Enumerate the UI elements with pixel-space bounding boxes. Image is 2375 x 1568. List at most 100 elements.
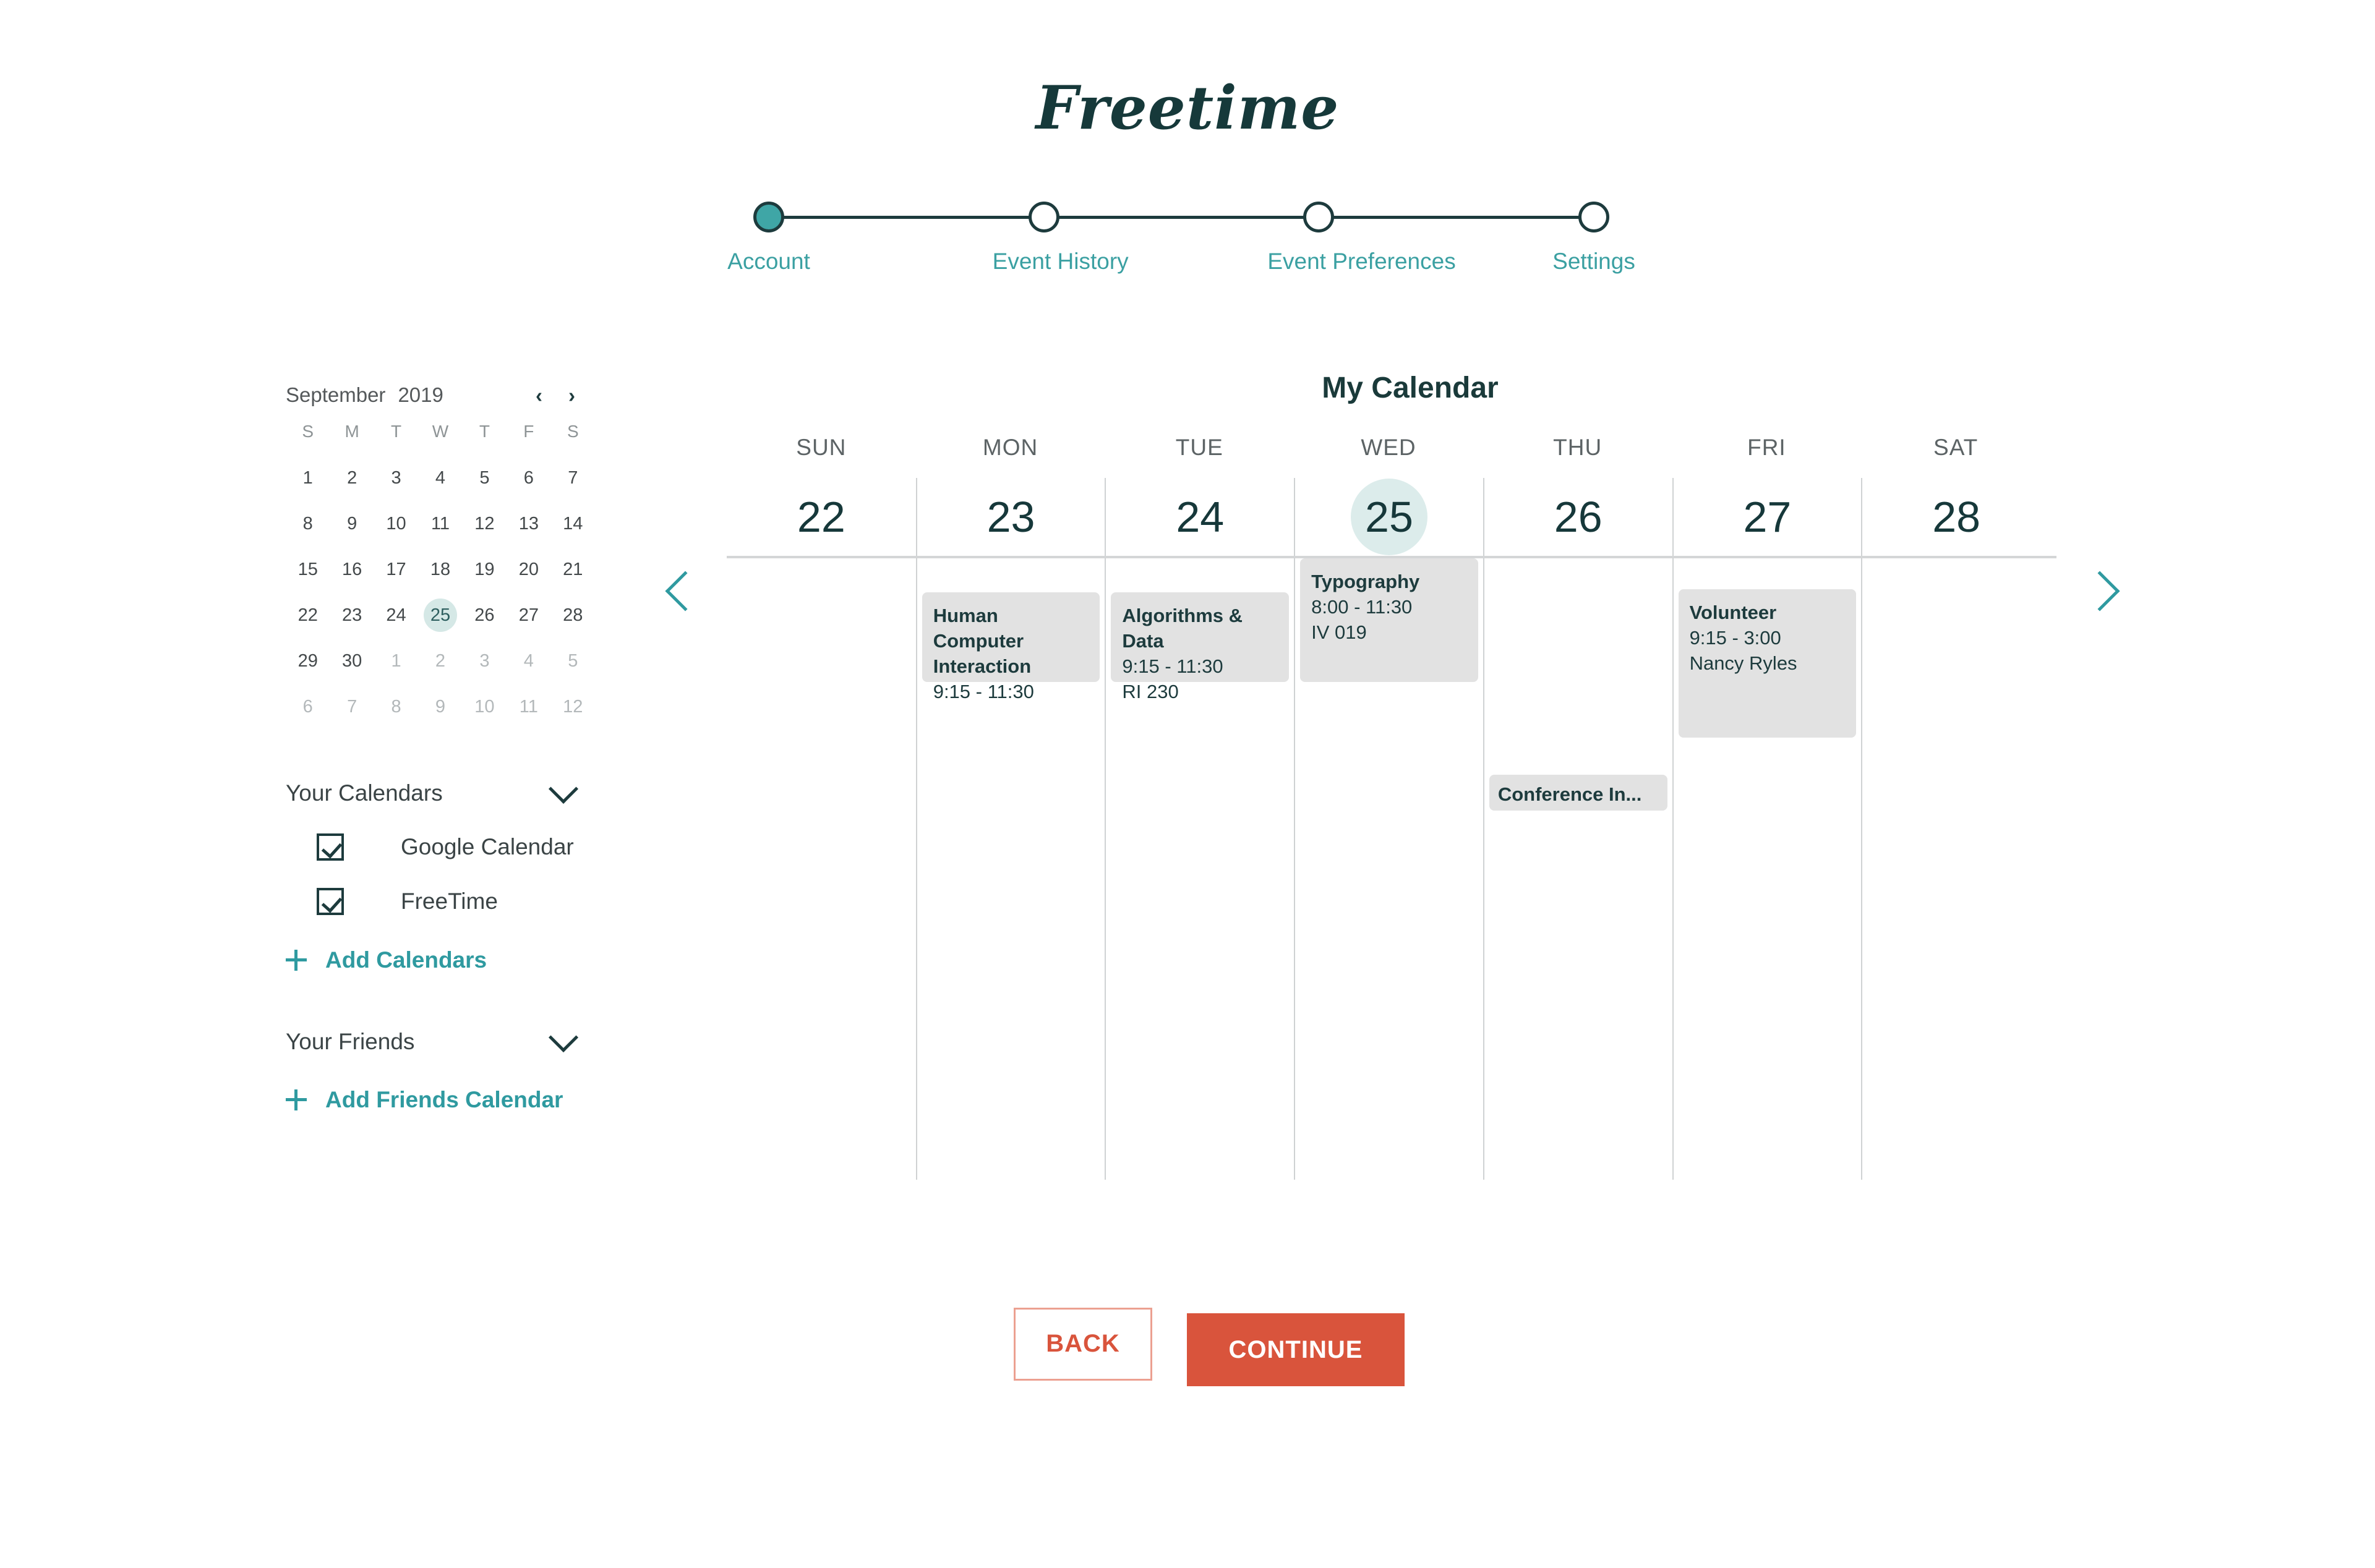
next-week-arrow[interactable]: [2079, 571, 2120, 633]
mini-calendar-day-label: 20: [518, 560, 539, 579]
checkbox-checked-icon[interactable]: [317, 888, 344, 915]
mini-calendar-day[interactable]: 5: [551, 643, 595, 679]
day-column[interactable]: Typography 8:00 - 11:30 IV 019: [1294, 558, 1483, 1180]
mini-calendar-day[interactable]: 1: [374, 643, 418, 679]
mini-calendar-day[interactable]: 5: [463, 460, 507, 496]
mini-calendar-day[interactable]: 8: [286, 506, 330, 542]
mini-calendar-grid[interactable]: S M T W T F S 1 2 3 4 5 6 7 8 9 10 11 12 13 14 15 16 17 18 19 20 21…: [286, 422, 595, 725]
mini-calendar-day-label: 13: [518, 514, 539, 534]
day-number: 27: [1743, 493, 1792, 541]
mini-calendar-day[interactable]: 28: [551, 597, 595, 633]
mini-calendar-day[interactable]: 3: [374, 460, 418, 496]
stepper-step-settings[interactable]: Settings: [1543, 198, 1645, 275]
day-column[interactable]: Conference In...: [1483, 558, 1672, 1180]
mini-calendar-day[interactable]: 21: [551, 552, 595, 587]
checkbox-checked-icon[interactable]: [317, 833, 344, 861]
mini-calendar-day[interactable]: 11: [507, 689, 550, 725]
mini-calendar-day[interactable]: 30: [330, 643, 374, 679]
mini-calendar-day[interactable]: 9: [418, 689, 462, 725]
mini-calendar-day[interactable]: 18: [418, 552, 462, 587]
day-of-week-label: FRI: [1747, 435, 1786, 460]
mini-calendar-day[interactable]: 4: [418, 460, 462, 496]
chevron-left-icon[interactable]: ‹: [536, 385, 542, 406]
mini-calendar-day[interactable]: 7: [551, 460, 595, 496]
chevron-down-icon[interactable]: [548, 1022, 579, 1053]
mini-calendar-day[interactable]: 6: [507, 460, 550, 496]
mini-calendar-day[interactable]: 6: [286, 689, 330, 725]
mini-calendar-day[interactable]: 7: [330, 689, 374, 725]
mini-calendar-day[interactable]: 26: [463, 597, 507, 633]
chevron-right-icon[interactable]: ›: [568, 385, 575, 406]
mini-calendar-day-label: 18: [430, 560, 451, 579]
mini-calendar-day[interactable]: 22: [286, 597, 330, 633]
your-friends-section-header[interactable]: Your Friends: [286, 1022, 595, 1055]
mini-calendar-day-label: 3: [479, 651, 490, 671]
chevron-down-icon[interactable]: [548, 773, 579, 804]
day-column-header[interactable]: THU 26: [1483, 435, 1672, 556]
mini-calendar-day[interactable]: 19: [463, 552, 507, 587]
mini-calendar-day-label: 27: [518, 605, 539, 625]
day-column-header[interactable]: SUN 22: [727, 435, 916, 556]
day-number-box: 22: [727, 478, 916, 556]
mini-calendar-day[interactable]: 9: [330, 506, 374, 542]
stepper-step-label: Account: [727, 249, 810, 274]
continue-button[interactable]: CONTINUE: [1187, 1313, 1405, 1386]
mini-calendar-day[interactable]: 24: [374, 597, 418, 633]
mini-calendar-day[interactable]: 12: [551, 689, 595, 725]
mini-calendar-day[interactable]: 29: [286, 643, 330, 679]
mini-calendar-day[interactable]: 12: [463, 506, 507, 542]
footer-actions: BACK CONTINUE: [0, 1308, 2375, 1386]
stepper-step-account[interactable]: Account: [717, 198, 820, 275]
day-column-header[interactable]: MON 23: [915, 435, 1105, 556]
mini-calendar-day-label: 5: [479, 468, 490, 488]
mini-calendar-day[interactable]: 11: [418, 506, 462, 542]
mini-calendar-day[interactable]: 1: [286, 460, 330, 496]
day-column[interactable]: [1861, 558, 2050, 1180]
day-column[interactable]: Human Computer Interaction 9:15 - 11:30: [915, 558, 1105, 1180]
mini-calendar-day[interactable]: 10: [374, 506, 418, 542]
mini-calendar-day[interactable]: 17: [374, 552, 418, 587]
calendar-event[interactable]: Volunteer 9:15 - 3:00 Nancy Ryles: [1678, 589, 1857, 738]
mini-calendar-day-label: 6: [302, 697, 313, 717]
calendar-event[interactable]: Typography 8:00 - 11:30 IV 019: [1300, 558, 1478, 682]
add-friends-calendar-button[interactable]: Add Friends Calendar: [286, 1087, 595, 1113]
calendar-item-label: Google Calendar: [401, 834, 574, 859]
day-column[interactable]: [727, 558, 916, 1180]
stepper-step-event-preferences[interactable]: Event Preferences: [1267, 198, 1456, 275]
mini-calendar-day[interactable]: 16: [330, 552, 374, 587]
prev-week-arrow[interactable]: [665, 571, 706, 633]
day-column-header[interactable]: TUE 24: [1105, 435, 1294, 556]
mini-calendar-day[interactable]: 8: [374, 689, 418, 725]
day-column-header[interactable]: SAT 28: [1861, 435, 2050, 556]
mini-calendar-day[interactable]: 4: [507, 643, 550, 679]
mini-calendar-day[interactable]: 2: [330, 460, 374, 496]
back-button[interactable]: BACK: [1014, 1308, 1152, 1381]
stepper-step-event-history[interactable]: Event History: [993, 198, 1129, 275]
day-column-header[interactable]: FRI 27: [1672, 435, 1862, 556]
mini-calendar-day[interactable]: 27: [507, 597, 550, 633]
day-column-header[interactable]: WED 25: [1294, 435, 1483, 556]
mini-calendar-day-label: 7: [568, 468, 578, 488]
mini-calendar-day[interactable]: 3: [463, 643, 507, 679]
calendar-event[interactable]: Human Computer Interaction 9:15 - 11:30: [922, 592, 1100, 702]
day-column[interactable]: Volunteer 9:15 - 3:00 Nancy Ryles: [1672, 558, 1862, 1180]
add-calendars-button[interactable]: Add Calendars: [286, 947, 595, 973]
mini-calendar-day[interactable]: 20: [507, 552, 550, 587]
mini-calendar-day[interactable]: 10: [463, 689, 507, 725]
mini-calendar-day[interactable]: 2: [418, 643, 462, 679]
your-calendars-section-header[interactable]: Your Calendars: [286, 773, 595, 806]
day-column[interactable]: Algorithms & Data 9:15 - 11:30 RI 230: [1105, 558, 1294, 1180]
mini-calendar-day[interactable]: 25: [418, 597, 462, 633]
mini-calendar-day-label: 25: [423, 599, 457, 632]
mini-calendar-day[interactable]: 15: [286, 552, 330, 587]
sidebar: September 2019 ‹ › S M T W T F S 1 2 3 4 5 6 7 8 9 10 11 1…: [286, 383, 595, 1113]
mini-calendar-day-label: 1: [391, 651, 401, 671]
day-number-box: 23: [915, 478, 1105, 556]
calendar-list-item[interactable]: FreeTime: [286, 888, 595, 915]
calendar-event[interactable]: Conference In...: [1489, 775, 1667, 811]
calendar-event[interactable]: Algorithms & Data 9:15 - 11:30 RI 230: [1111, 592, 1290, 702]
mini-calendar-day[interactable]: 23: [330, 597, 374, 633]
calendar-list-item[interactable]: Google Calendar: [286, 833, 595, 861]
mini-calendar-day[interactable]: 13: [507, 506, 550, 542]
mini-calendar-day[interactable]: 14: [551, 506, 595, 542]
